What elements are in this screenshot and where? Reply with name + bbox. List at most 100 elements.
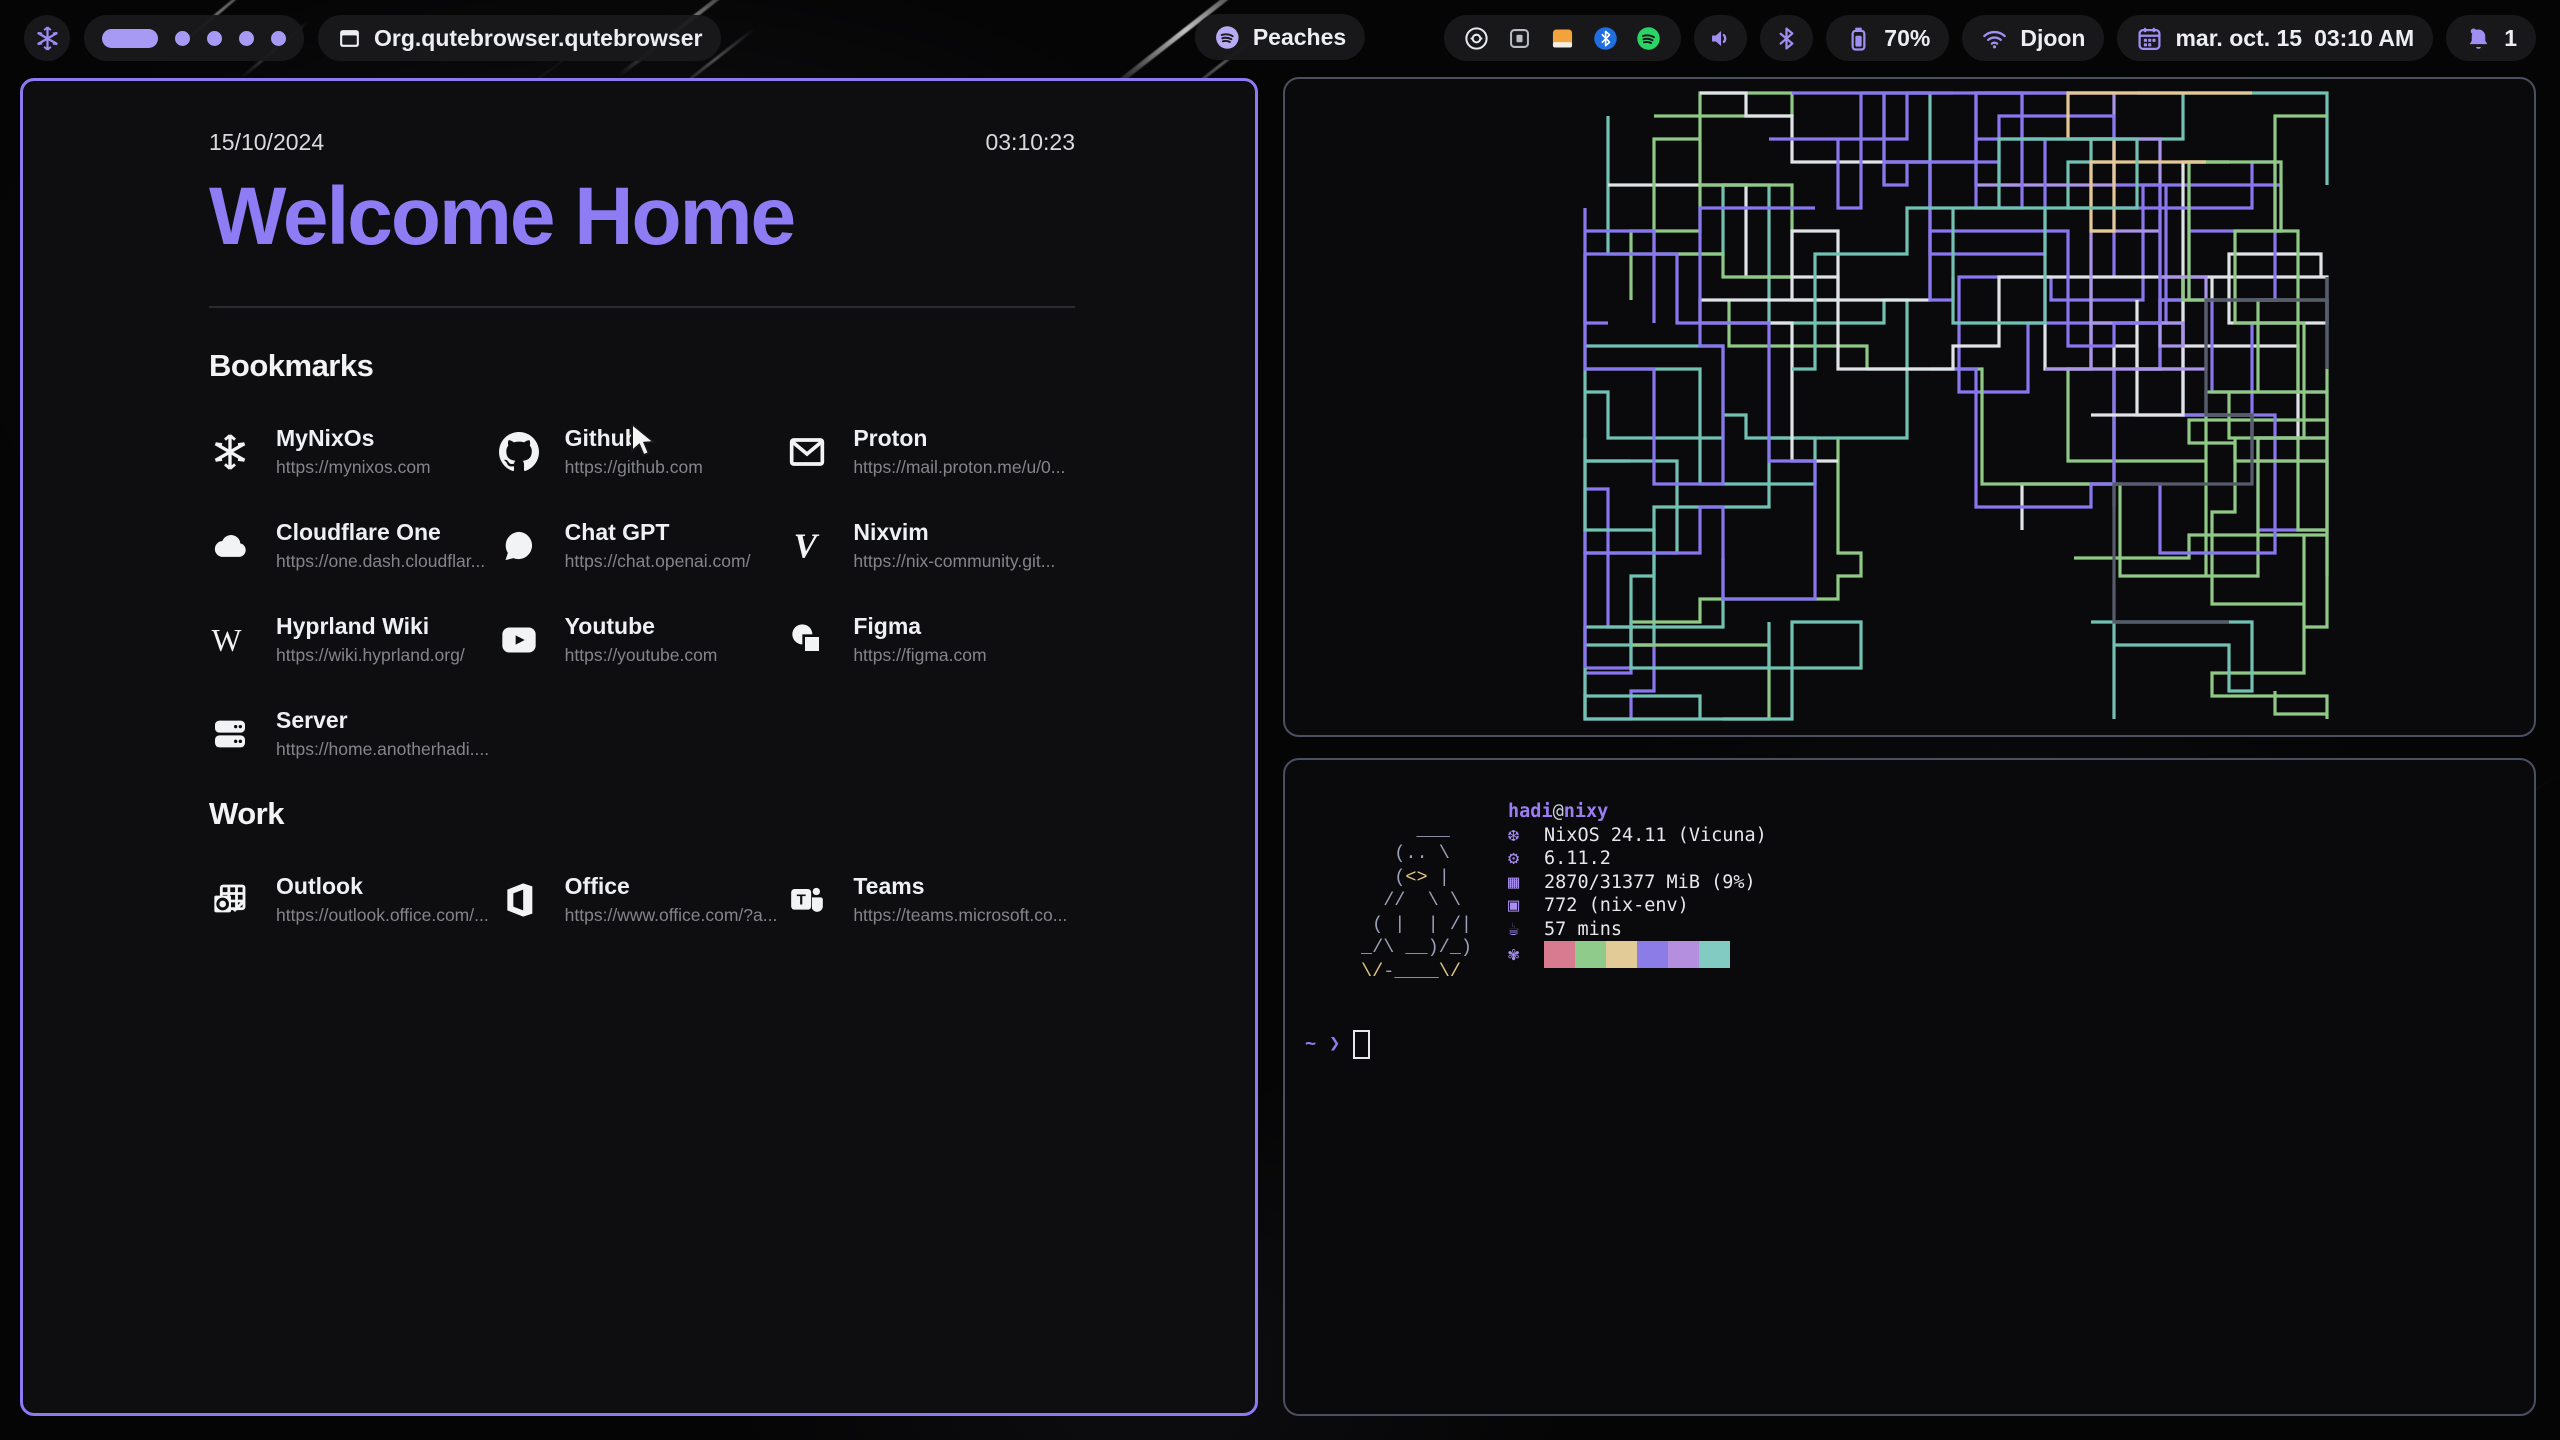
battery-icon (1845, 25, 1872, 52)
shell-prompt[interactable]: ~ ❯ (1305, 1030, 2534, 1059)
fastfetch-title: hadi@nixy (1508, 800, 1767, 824)
workspace-dot[interactable] (271, 31, 286, 46)
fastfetch-row-packages: ▣772 (nix-env) (1508, 894, 1767, 918)
fastfetch-row-kernel: ⚙6.11.2 (1508, 847, 1767, 871)
bookmark-grid: Outlookhttps://outlook.office.com/...Off… (209, 878, 1075, 922)
color-swatch (1606, 941, 1637, 968)
prompt-symbol: ❯ (1329, 1032, 1340, 1056)
bookmark-label: Figma (853, 614, 986, 639)
bookmark-item[interactable]: Youtubehttps://youtube.com (498, 618, 787, 662)
fastfetch-value: NixOS 24.11 (Vicuna) (1544, 824, 1767, 848)
qutebrowser-window: 15/10/2024 03:10:23 Welcome Home Bookmar… (20, 78, 1258, 1416)
workspace-dot[interactable] (239, 31, 254, 46)
bookmark-url: https://github.com (565, 457, 703, 478)
bookmark-url: https://chat.openai.com/ (565, 551, 751, 572)
bookmark-url: https://www.office.com/?a... (565, 905, 778, 926)
bookmark-url: https://one.dash.cloudflar... (276, 551, 485, 572)
fastfetch-output: ___ (.. \ (<> | // \ \ ( | | /| _/\ __)/… (1305, 800, 2534, 1002)
network-ssid: Djoon (2020, 25, 2085, 52)
network-widget[interactable]: Djoon (1962, 15, 2104, 61)
figma-icon (786, 619, 828, 661)
fastfetch-value: 772 (nix-env) (1544, 894, 1689, 918)
mouse-cursor (630, 424, 660, 458)
svg-text:T: T (797, 892, 806, 909)
fastfetch-value: 6.11.2 (1544, 847, 1611, 871)
workspace-dot[interactable] (207, 31, 222, 46)
window-icon (337, 26, 362, 51)
workspace-indicator[interactable] (84, 15, 304, 61)
clock-widget[interactable]: mar. oct. 15 03:10 AM (2117, 15, 2433, 61)
fastfetch-value: 57 mins (1544, 918, 1622, 942)
bookmark-label: Chat GPT (565, 520, 751, 545)
bookmark-item[interactable]: Outlookhttps://outlook.office.com/... (209, 878, 498, 922)
fastfetch-row-uptime: ☕57 mins (1508, 918, 1767, 942)
outlook-icon (209, 879, 251, 921)
bookmark-item[interactable]: VNixvimhttps://nix-community.git... (786, 524, 1075, 568)
notifications-widget[interactable]: 1 (2446, 15, 2536, 61)
bookmark-item[interactable]: Cloudflare Onehttps://one.dash.cloudflar… (209, 524, 498, 568)
startpage-clock: 03:10:23 (985, 129, 1075, 156)
spotify-badge-icon[interactable] (1635, 25, 1662, 52)
bookmark-grid: MyNixOshttps://mynixos.comGithubhttps://… (209, 430, 1075, 756)
launcher-button[interactable] (24, 15, 70, 61)
clock-time: 03:10 AM (2314, 25, 2414, 52)
fastfetch-value: 2870/31377 MiB (9%) (1544, 871, 1756, 895)
bookmark-label: Nixvim (853, 520, 1055, 545)
divider (209, 306, 1075, 308)
bookmark-item[interactable]: TTeamshttps://teams.microsoft.co... (786, 878, 1075, 922)
battery-widget[interactable]: 70% (1826, 15, 1949, 61)
media-player-widget[interactable]: Peaches (1195, 14, 1365, 60)
vim-icon: V (786, 525, 828, 567)
office-icon (498, 879, 540, 921)
youtube-icon (498, 619, 540, 661)
fastfetch-row-os: ❆NixOS 24.11 (Vicuna) (1508, 824, 1767, 848)
bookmark-item[interactable]: Serverhttps://home.anotherhadi.... (209, 712, 498, 756)
teams-icon: T (786, 879, 828, 921)
color-swatch (1575, 941, 1606, 968)
volume-button[interactable] (1694, 15, 1747, 61)
workspace-active-pill[interactable] (102, 29, 158, 48)
nixos-logo-icon (34, 25, 61, 52)
bookmark-item[interactable]: Officehttps://www.office.com/?a... (498, 878, 787, 922)
kernel-icon: ⚙ (1508, 847, 1544, 871)
bluetooth-icon (1773, 25, 1800, 52)
github-icon (498, 431, 540, 473)
bookmark-item[interactable]: Protonhttps://mail.proton.me/u/0... (786, 430, 1075, 474)
bookmark-url: https://home.anotherhadi.... (276, 739, 489, 760)
active-window-title[interactable]: Org.qutebrowser.qutebrowser (318, 15, 721, 61)
bookmark-label: Youtube (565, 614, 718, 639)
topbar-left-group: Org.qutebrowser.qutebrowser (24, 15, 721, 61)
startpage-meta-row: 15/10/2024 03:10:23 (209, 129, 1075, 156)
bookmark-item[interactable]: MyNixOshttps://mynixos.com (209, 430, 498, 474)
disc-icon[interactable] (1463, 25, 1490, 52)
bookmark-label: Teams (853, 874, 1067, 899)
bookmark-item[interactable]: Chat GPThttps://chat.openai.com/ (498, 524, 787, 568)
bookmark-label: Proton (853, 426, 1065, 451)
bookmark-item[interactable]: WHyprland Wikihttps://wiki.hyprland.org/ (209, 618, 498, 662)
bookmark-label: Office (565, 874, 778, 899)
bookmark-url: https://mail.proton.me/u/0... (853, 457, 1065, 478)
packages-icon: ▣ (1508, 894, 1544, 918)
bell-icon (2465, 25, 2492, 52)
fastfetch-row-colors: ✾ (1508, 941, 1767, 968)
nixos-icon (209, 431, 251, 473)
bookmark-label: Cloudflare One (276, 520, 485, 545)
bluetooth-badge-icon[interactable] (1592, 25, 1619, 52)
workspace-dot[interactable] (175, 31, 190, 46)
svg-text:V: V (794, 527, 820, 566)
terminal-window[interactable]: ___ (.. \ (<> | // \ \ ( | | /| _/\ __)/… (1283, 758, 2536, 1416)
color-swatch (1668, 941, 1699, 968)
bookmark-url: https://teams.microsoft.co... (853, 905, 1067, 926)
terminal-color-swatches (1544, 941, 1730, 968)
bookmark-item[interactable]: Figmahttps://figma.com (786, 618, 1075, 662)
fastfetch-row-memory: ▦2870/31377 MiB (9%) (1508, 871, 1767, 895)
server-icon (209, 713, 251, 755)
calendar-icon (2136, 25, 2163, 52)
bluetooth-button[interactable] (1760, 15, 1813, 61)
os-icon: ❆ (1508, 824, 1544, 848)
color-swatch (1637, 941, 1668, 968)
bookmark-url: https://youtube.com (565, 645, 718, 666)
files-icon[interactable] (1549, 25, 1576, 52)
spotify-icon (1214, 24, 1241, 51)
app-box-icon[interactable] (1506, 25, 1533, 52)
